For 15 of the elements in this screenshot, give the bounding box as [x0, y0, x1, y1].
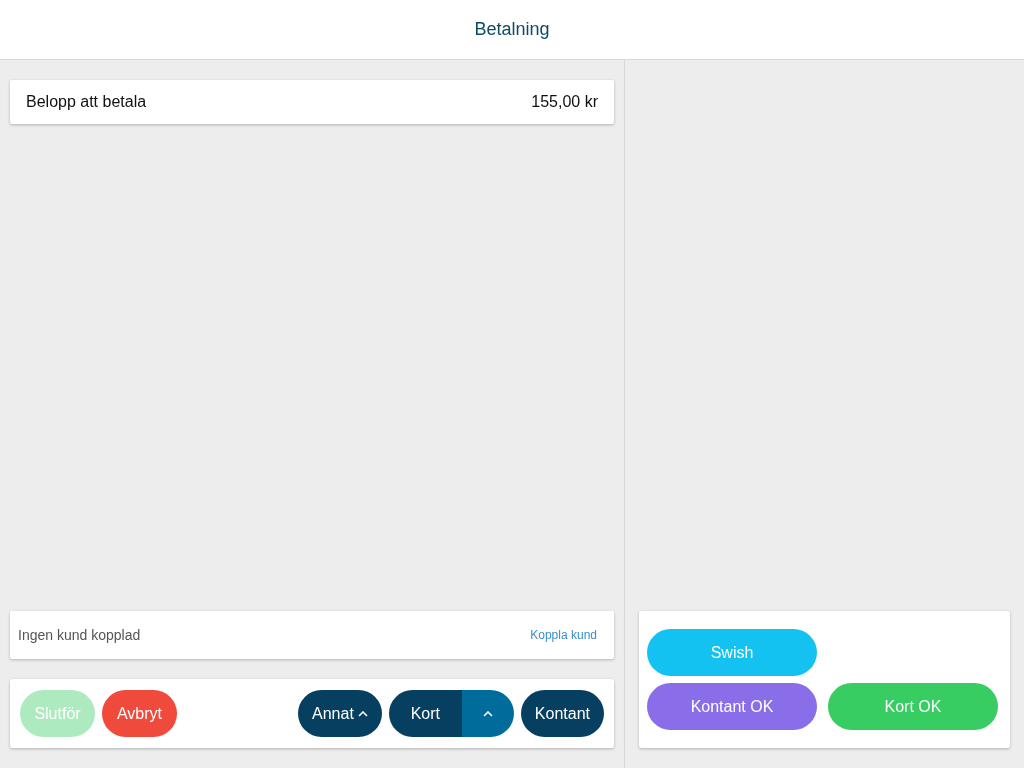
- amount-label: Belopp att betala: [26, 93, 147, 111]
- customer-status: Ingen kund kopplad: [18, 627, 141, 643]
- chevron-up-icon: [482, 710, 493, 717]
- connect-customer-link[interactable]: Koppla kund: [530, 628, 597, 642]
- cash-payment-button[interactable]: Kontant: [520, 690, 604, 737]
- card-options-button[interactable]: [461, 690, 514, 737]
- amount-value: 155,00 kr: [531, 93, 598, 111]
- quick-payment-button[interactable]: Swish: [647, 629, 817, 676]
- card-payment-button[interactable]: Kort: [388, 690, 462, 737]
- quick-payment-button[interactable]: Kontant OK: [647, 683, 817, 730]
- quick-payment-button[interactable]: Kort OK: [828, 683, 998, 730]
- cancel-button[interactable]: Avbryt: [102, 690, 177, 737]
- chevron-up-icon: [357, 711, 368, 717]
- other-payment-button[interactable]: Annat: [298, 690, 382, 737]
- page-title: Betalning: [474, 19, 550, 40]
